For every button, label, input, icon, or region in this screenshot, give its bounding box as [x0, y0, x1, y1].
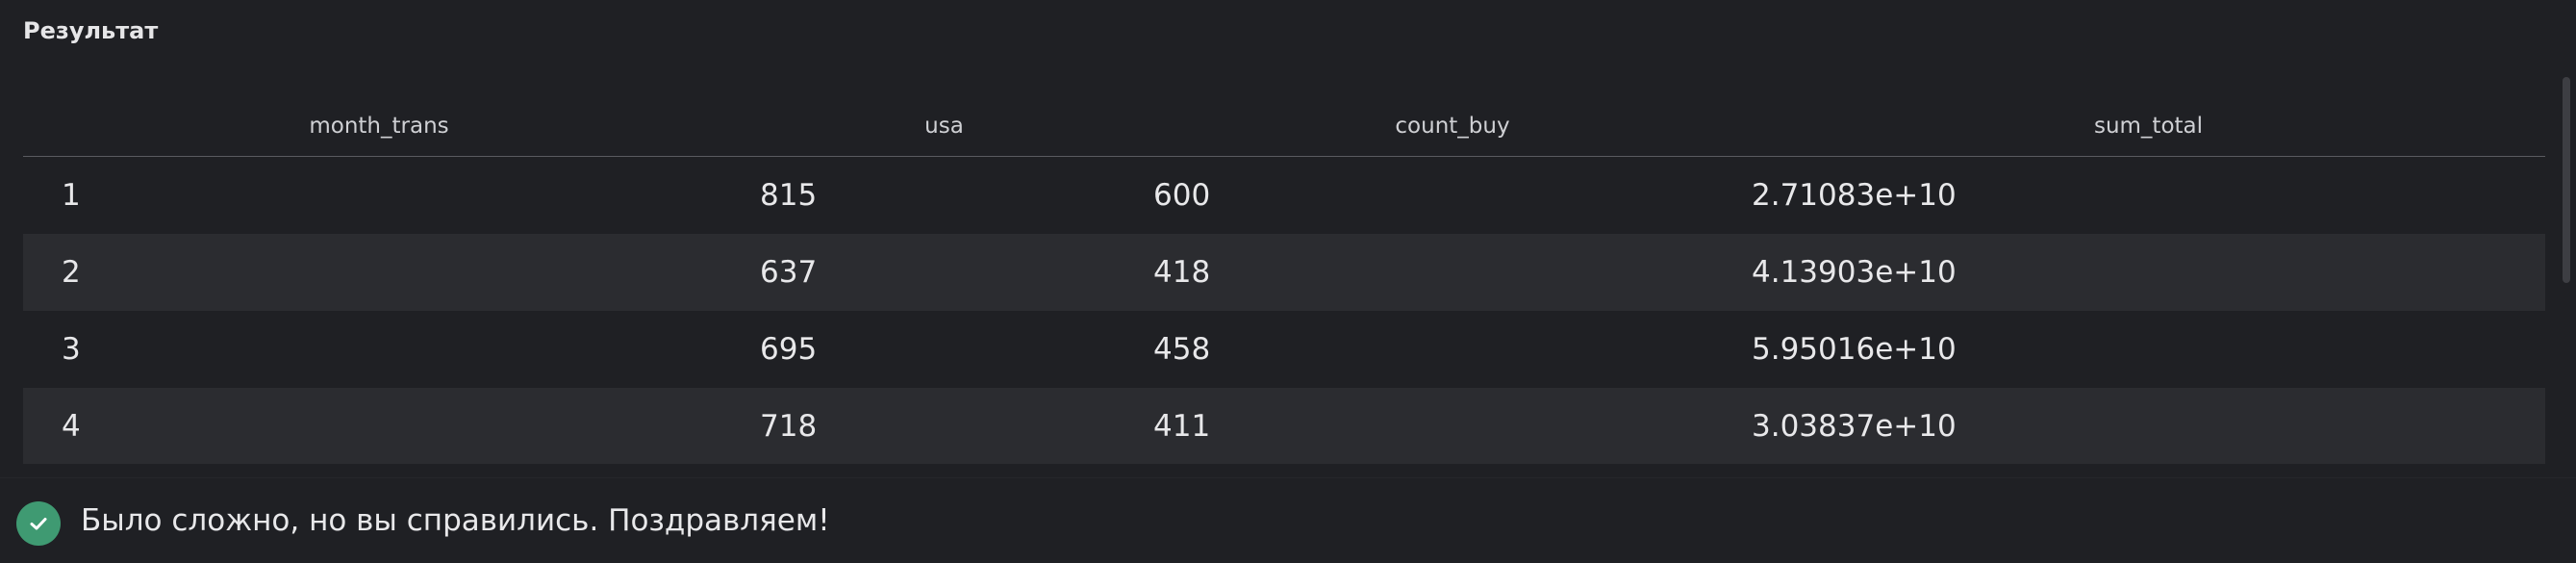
cell-sum-total: 3.03837e+10	[1752, 409, 1957, 444]
cell-usa: 718	[760, 409, 818, 444]
result-panel: Результат month_trans usa count_buy sum_…	[0, 0, 2576, 477]
cell-month-trans: 2	[62, 255, 81, 290]
table-row: 3 695 458 5.95016e+10	[23, 311, 2545, 388]
cell-sum-total: 5.95016e+10	[1752, 332, 1957, 367]
panel-title: Результат	[23, 17, 159, 44]
cell-count-buy: 600	[1153, 178, 1211, 213]
table-row: 2 637 418 4.13903e+10	[23, 234, 2545, 311]
cell-month-trans: 1	[62, 178, 81, 213]
column-header-month-trans: month_trans	[23, 96, 735, 157]
check-icon	[16, 501, 61, 546]
status-bar: Было сложно, но вы справились. Поздравля…	[0, 477, 2576, 563]
result-table-container[interactable]: month_trans usa count_buy sum_total 1 81…	[23, 96, 2545, 464]
cell-count-buy: 411	[1153, 409, 1211, 444]
cell-sum-total: 2.71083e+10	[1752, 178, 1957, 213]
table-header-row: month_trans usa count_buy sum_total	[23, 96, 2545, 157]
table-row: 1 815 600 2.71083e+10	[23, 157, 2545, 235]
status-message: Было сложно, но вы справились. Поздравля…	[81, 503, 830, 538]
cell-count-buy: 458	[1153, 332, 1211, 367]
cell-month-trans: 3	[62, 332, 81, 367]
vertical-scrollbar[interactable]	[2563, 77, 2570, 283]
column-header-sum-total: sum_total	[1752, 96, 2545, 157]
cell-usa: 637	[760, 255, 818, 290]
cell-sum-total: 4.13903e+10	[1752, 255, 1957, 290]
cell-usa: 695	[760, 332, 818, 367]
column-header-usa: usa	[735, 96, 1153, 157]
cell-count-buy: 418	[1153, 255, 1211, 290]
cell-usa: 815	[760, 178, 818, 213]
cell-month-trans: 4	[62, 409, 81, 444]
table-row: 4 718 411 3.03837e+10	[23, 388, 2545, 464]
result-table: month_trans usa count_buy sum_total 1 81…	[23, 96, 2545, 464]
column-header-count-buy: count_buy	[1153, 96, 1752, 157]
